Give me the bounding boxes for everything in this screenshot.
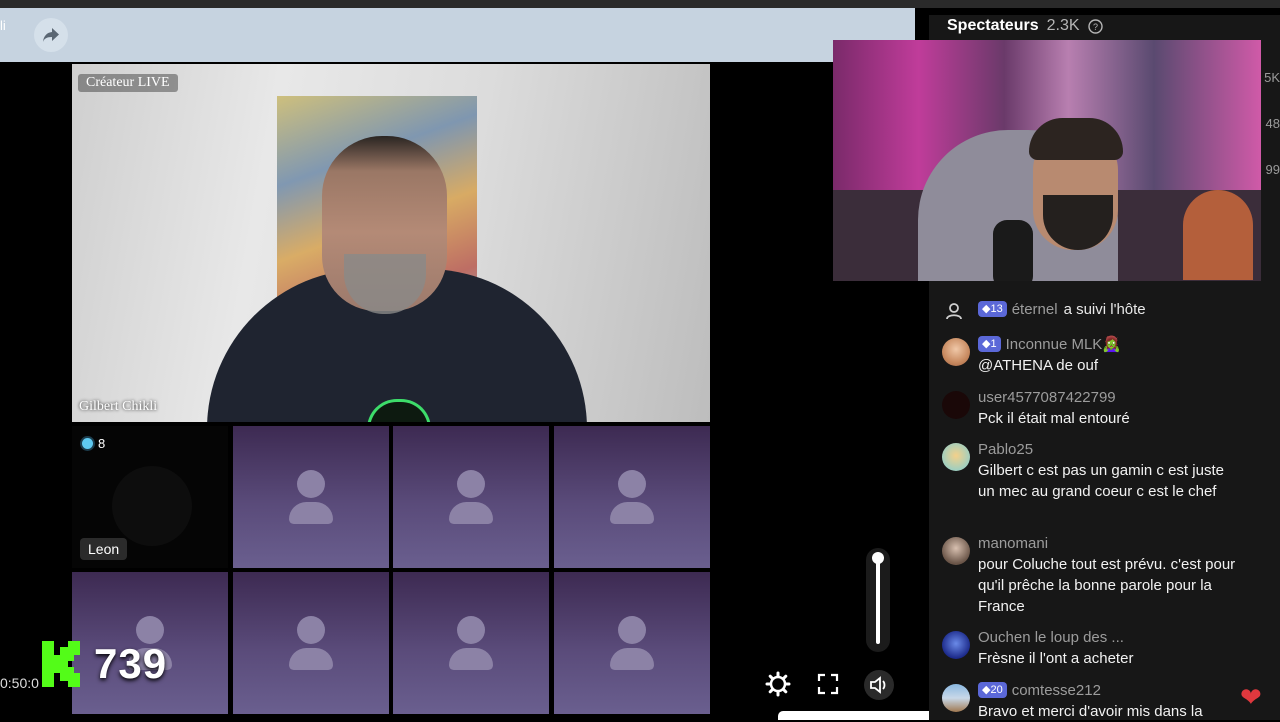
chat-username[interactable]: éternel bbox=[1012, 301, 1058, 318]
avatar-placeholder-body bbox=[610, 648, 654, 670]
chat-username[interactable]: Pablo25 bbox=[978, 439, 1240, 460]
viewer-count: 739 bbox=[94, 640, 168, 687]
avatar-placeholder-body bbox=[289, 648, 333, 670]
chat-username[interactable]: manomani bbox=[978, 533, 1240, 554]
stream-timestamp: 0:50:0 bbox=[0, 675, 39, 691]
chat-username[interactable]: Inconnue MLK🧟‍♀️ bbox=[1006, 336, 1121, 353]
chat-username[interactable]: user4577087422799 bbox=[978, 387, 1240, 408]
guest-video-dark bbox=[112, 466, 192, 546]
svg-text:?: ? bbox=[1093, 22, 1098, 32]
guest-tile-empty[interactable] bbox=[554, 572, 710, 714]
spectators-header: Spectateurs 2.3K ? bbox=[947, 17, 1103, 35]
help-icon[interactable]: ? bbox=[1087, 18, 1103, 34]
streamer-microphone bbox=[993, 220, 1033, 281]
chat-username[interactable]: comtesse212 bbox=[1012, 682, 1101, 699]
host-name-label: Gilbert Chikli bbox=[79, 399, 158, 414]
guest-tile-leon[interactable]: 8 Leon bbox=[72, 426, 228, 568]
chat-text: Pck il était mal entouré bbox=[978, 410, 1130, 427]
share-button[interactable] bbox=[34, 18, 68, 52]
settings-icon bbox=[765, 671, 791, 697]
avatar-placeholder-icon bbox=[457, 616, 485, 644]
chat-username[interactable]: Ouchen le loup des ... bbox=[978, 627, 1240, 648]
avatar-placeholder-body bbox=[289, 502, 333, 524]
avatar-placeholder-icon bbox=[618, 616, 646, 644]
user-avatar[interactable] bbox=[942, 443, 970, 471]
level-badge: ◆20 bbox=[978, 682, 1007, 698]
avatar-placeholder-icon bbox=[457, 470, 485, 498]
kick-logo-icon bbox=[42, 641, 80, 687]
side-number: 5K bbox=[1264, 70, 1280, 85]
side-number: 99 bbox=[1265, 162, 1280, 177]
guest-tile-empty[interactable] bbox=[233, 572, 389, 714]
chat-text: Bravo et merci d'avoir mis dans la bbox=[978, 703, 1203, 720]
level-badge: ◆13 bbox=[978, 301, 1007, 317]
share-icon bbox=[43, 28, 59, 42]
avatar-placeholder-body bbox=[449, 502, 493, 524]
spectators-label: Spectateurs bbox=[947, 17, 1039, 34]
avatar-placeholder-icon bbox=[297, 470, 325, 498]
browser-url-strip bbox=[0, 0, 1280, 8]
browser-top-strip: li bbox=[0, 0, 1280, 62]
spectators-count: 2.3K bbox=[1046, 17, 1080, 34]
guest-badge-count: 8 bbox=[98, 436, 106, 451]
follow-action-text: a suivi l'hôte bbox=[1063, 301, 1146, 318]
chat-text: Frèsne il l'ont a acheter bbox=[978, 650, 1134, 667]
volume-slider[interactable] bbox=[866, 548, 890, 652]
avatar-placeholder-body bbox=[449, 648, 493, 670]
user-avatar[interactable] bbox=[942, 338, 970, 366]
guest-tile-empty[interactable] bbox=[393, 572, 549, 714]
side-numbers: 5K 48 99 bbox=[1258, 55, 1280, 193]
side-label: li bbox=[0, 18, 6, 33]
user-avatar[interactable] bbox=[942, 631, 970, 659]
volume-icon bbox=[870, 676, 886, 694]
chat-text: @ATHENA de ouf bbox=[978, 357, 1098, 374]
volume-track bbox=[876, 556, 880, 644]
badge-dot-icon bbox=[82, 438, 93, 449]
guest-tile-empty[interactable] bbox=[393, 426, 549, 568]
creator-live-tag: Créateur LIVE bbox=[78, 74, 178, 92]
side-number: 48 bbox=[1265, 116, 1280, 131]
volume-button[interactable] bbox=[864, 670, 894, 700]
fullscreen-icon bbox=[817, 673, 839, 695]
heart-icon[interactable]: ❤ bbox=[1240, 682, 1262, 713]
streamer-hair bbox=[1029, 118, 1123, 160]
guest-badge: 8 bbox=[82, 436, 105, 451]
settings-button[interactable] bbox=[764, 670, 792, 698]
follow-icon bbox=[942, 298, 970, 326]
avatar-placeholder-icon bbox=[618, 470, 646, 498]
volume-handle[interactable] bbox=[872, 552, 884, 564]
level-badge: ◆1 bbox=[978, 336, 1001, 352]
user-avatar[interactable] bbox=[942, 537, 970, 565]
user-avatar[interactable] bbox=[942, 684, 970, 712]
lamp-glow bbox=[1183, 190, 1253, 280]
avatar-placeholder-body bbox=[610, 502, 654, 524]
streamer-camera[interactable] bbox=[833, 40, 1261, 281]
host-video[interactable]: Créateur LIVE Gilbert Chikli bbox=[72, 64, 710, 422]
guest-tile-empty[interactable] bbox=[554, 426, 710, 568]
chat-text: pour Coluche tout est prévu. c'est pour … bbox=[978, 556, 1236, 615]
viewer-counter-overlay: 739 bbox=[42, 640, 167, 688]
avatar-placeholder-icon bbox=[297, 616, 325, 644]
guest-name-label: Leon bbox=[80, 538, 128, 560]
fullscreen-button[interactable] bbox=[814, 670, 842, 698]
chat-text: Gilbert c est pas un gamin c est juste u… bbox=[978, 462, 1224, 500]
user-avatar[interactable] bbox=[942, 391, 970, 419]
guest-tile-empty[interactable] bbox=[233, 426, 389, 568]
